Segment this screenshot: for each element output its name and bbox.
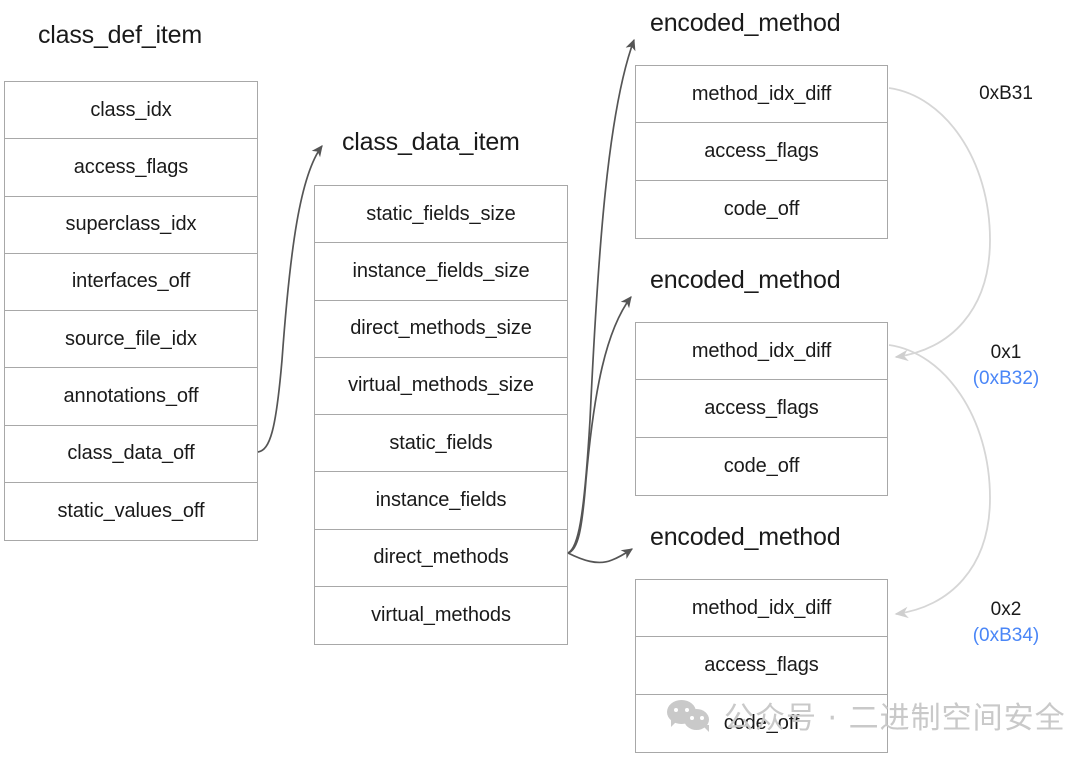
- class-data-item-title: class_data_item: [342, 128, 520, 156]
- class-def-item-row-label: static_values_off: [57, 499, 205, 522]
- class-def-item-row-label: annotations_off: [63, 384, 199, 407]
- arrow-direct-methods-to-encoded-method-1: [567, 38, 636, 554]
- encoded-method-2-row-label: method_idx_diff: [691, 339, 832, 362]
- class-def-item-row-access-flags: access_flags: [5, 139, 257, 197]
- class-data-item-row-instance-fields: instance_fields: [315, 472, 567, 530]
- class-def-item-row-static-values-off: static_values_off: [5, 483, 257, 540]
- encoded-method-3-row-label: method_idx_diff: [691, 596, 832, 619]
- arrow-direct-methods-to-encoded-method-3: [567, 548, 633, 564]
- encoded-method-3-row-access-flags: access_flags: [636, 637, 887, 695]
- class-data-item-row-static-fields: static_fields: [315, 415, 567, 473]
- annotation-method-idx-2: 0x1 (0xB32): [941, 340, 1071, 391]
- class-data-item-row-label: static_fields: [389, 431, 493, 454]
- class-def-item-row-superclass-idx: superclass_idx: [5, 197, 257, 254]
- annotation-secondary-3: (0xB34): [972, 624, 1040, 646]
- arrow-direct-methods-to-encoded-method-2: [567, 296, 632, 554]
- encoded-method-2-row-label: code_off: [723, 454, 800, 477]
- class-data-item-row-label: direct_methods: [373, 546, 509, 569]
- class-def-item-title: class_def_item: [38, 21, 202, 49]
- class-data-item-row-label: instance_fields_size: [352, 259, 530, 282]
- annotation-secondary-2: (0xB32): [972, 367, 1040, 389]
- encoded-method-2-row-code-off: code_off: [636, 438, 887, 495]
- encoded-method-1-row-access-flags: access_flags: [636, 123, 887, 181]
- encoded-method-title-2: encoded_method: [650, 266, 841, 294]
- class-data-item-row-direct-methods: direct_methods: [315, 530, 567, 587]
- encoded-method-table-3: method_idx_diff access_flags code_off: [635, 579, 888, 753]
- encoded-method-2-row-access-flags: access_flags: [636, 380, 887, 438]
- class-data-item-row-label: static_fields_size: [366, 202, 516, 225]
- class-data-item-table: static_fields_size instance_fields_sizedi…: [314, 185, 568, 645]
- encoded-method-1-row-label: access_flags: [704, 139, 819, 162]
- annotation-primary-1: 0xB31: [979, 83, 1033, 104]
- class-def-item-row-label: access_flags: [73, 155, 189, 178]
- annotation-method-idx-1: 0xB31: [941, 81, 1071, 107]
- encoded-method-2-row-label: access_flags: [704, 396, 819, 419]
- class-def-item-row-label: interfaces_off: [71, 270, 191, 293]
- encoded-method-1-row-code-off: code_off: [636, 181, 887, 238]
- class-def-item-row-label: class_idx: [90, 98, 172, 121]
- class-data-item-row-virtual-methods: virtual_methods: [315, 587, 567, 644]
- class-def-item-row-source-file-idx: source_file_idx: [5, 311, 257, 369]
- class-data-item-row-label: virtual_methods: [371, 603, 511, 626]
- annotation-primary-2: 0x1: [990, 342, 1022, 363]
- annotation-primary-3: 0x2: [990, 599, 1022, 620]
- encoded-method-table-1: method_idx_diff access_flags code_off: [635, 65, 888, 239]
- annotation-method-idx-3: 0x2 (0xB34): [941, 597, 1071, 648]
- class-def-item-row-class-data-off: class_data_off: [5, 426, 257, 483]
- encoded-method-3-row-label: access_flags: [704, 653, 819, 676]
- diagram-canvas: class_def_item class_idx access_flags supe…: [0, 0, 1080, 757]
- class-data-item-row-label: direct_methods_size: [350, 317, 532, 340]
- arrow-idx-diff-1-to-2: [888, 87, 991, 362]
- class-data-item-row-label: virtual_methods_size: [348, 374, 534, 397]
- encoded-method-1-row-label: method_idx_diff: [691, 82, 832, 105]
- class-def-item-row-annotations-off: annotations_off: [5, 368, 257, 426]
- class-def-item-row-label: source_file_idx: [65, 327, 197, 350]
- arrow-class-data-off-to-class-data-item: [257, 145, 323, 453]
- encoded-method-3-row-label: code_off: [723, 711, 800, 734]
- class-data-item-row-virtual-methods-size: virtual_methods_size: [315, 358, 567, 415]
- encoded-method-1-row-label: code_off: [723, 197, 800, 220]
- class-data-item-row-static-fields-size: static_fields_size: [315, 186, 567, 244]
- class-def-item-row-interfaces-off: interfaces_off: [5, 254, 257, 311]
- encoded-method-3-row-code-off: code_off: [636, 695, 887, 752]
- class-data-item-row-direct-methods-size: direct_methods_size: [315, 301, 567, 358]
- class-data-item-row-instance-fields-size: instance_fields_size: [315, 243, 567, 301]
- class-data-item-row-label: instance_fields: [375, 488, 507, 511]
- class-def-item-row-label: class_data_off: [67, 442, 195, 465]
- class-def-item-table: class_idx access_flags superclass_idxinter…: [4, 81, 258, 541]
- encoded-method-3-row-method-idx-diff: method_idx_diff: [636, 580, 887, 638]
- encoded-method-1-row-method-idx-diff: method_idx_diff: [636, 66, 887, 124]
- encoded-method-title-3: encoded_method: [650, 523, 841, 551]
- class-def-item-row-label: superclass_idx: [65, 213, 197, 236]
- encoded-method-2-row-method-idx-diff: method_idx_diff: [636, 323, 887, 381]
- encoded-method-table-2: method_idx_diff access_flags code_off: [635, 322, 888, 496]
- encoded-method-title-1: encoded_method: [650, 9, 841, 37]
- class-def-item-row-class-idx: class_idx: [5, 82, 257, 140]
